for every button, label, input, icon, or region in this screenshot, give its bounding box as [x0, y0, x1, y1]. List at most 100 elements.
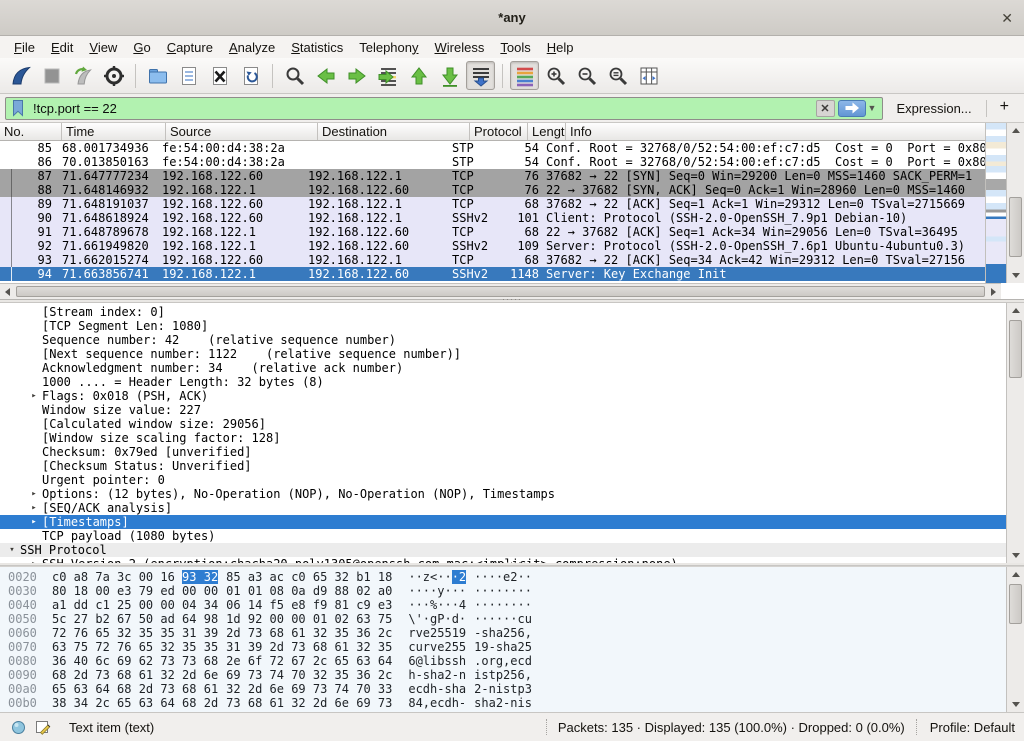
detail-tree-item[interactable]: 1000 .... = Header Length: 32 bytes (8) — [0, 375, 1006, 389]
packet-row[interactable]: 87 71.647777234 192.168.122.60 192.168.1… — [0, 169, 985, 183]
expand-arrow-icon[interactable] — [26, 305, 42, 319]
colorize-packets-button[interactable] — [510, 61, 539, 90]
display-filter-field[interactable]: ✕ ▼ — [5, 97, 883, 120]
save-file-button[interactable] — [174, 61, 203, 90]
scrollbar-thumb[interactable] — [16, 286, 985, 297]
menu-item[interactable]: Edit — [43, 38, 81, 57]
zoom-reset-button[interactable] — [603, 61, 632, 90]
hex-row[interactable]: 00b0 38 34 2c 65 63 64 68 2d 73 68 61 32… — [0, 696, 1006, 710]
detail-tree-item[interactable]: ▸ [Timestamps] — [0, 515, 1006, 529]
close-file-button[interactable] — [205, 61, 234, 90]
expand-arrow-icon[interactable] — [26, 529, 42, 543]
capture-comment-button[interactable] — [34, 718, 52, 736]
scrollbar-thumb[interactable] — [1009, 197, 1022, 258]
column-header-destination[interactable]: Destination — [318, 123, 470, 140]
hex-row[interactable]: 0040 a1 dd c1 25 00 00 04 34 06 14 f5 e8… — [0, 598, 1006, 612]
detail-tree-item[interactable]: Acknowledgment number: 34 (relative ack … — [0, 361, 1006, 375]
filter-history-dropdown[interactable]: ▼ — [866, 103, 879, 113]
details-vscrollbar[interactable] — [1006, 303, 1024, 563]
expand-arrow-icon[interactable] — [26, 403, 42, 417]
expand-arrow-icon[interactable] — [26, 375, 42, 389]
menu-item[interactable]: File — [6, 38, 43, 57]
column-header-info[interactable]: Info — [566, 123, 985, 140]
expand-arrow-icon[interactable]: ▸ — [26, 487, 42, 501]
expand-arrow-icon[interactable]: ▾ — [4, 543, 20, 557]
go-back-button[interactable] — [311, 61, 340, 90]
column-header-no[interactable]: No. — [0, 123, 62, 140]
packet-row[interactable]: 93 71.662015274 192.168.122.60 192.168.1… — [0, 253, 985, 267]
hex-row[interactable]: 0020 c0 a8 7a 3c 00 16 93 32 85 a3 ac c0… — [0, 570, 1006, 584]
menu-item[interactable]: Statistics — [283, 38, 351, 57]
detail-tree-item[interactable]: Checksum: 0x79ed [unverified] — [0, 445, 1006, 459]
restart-capture-button[interactable] — [68, 61, 97, 90]
detail-tree-item[interactable]: [Window size scaling factor: 128] — [0, 431, 1006, 445]
expand-arrow-icon[interactable] — [26, 333, 42, 347]
detail-tree-item[interactable]: TCP payload (1080 bytes) — [0, 529, 1006, 543]
scroll-up-icon[interactable] — [1012, 572, 1020, 577]
detail-tree-item[interactable]: [Next sequence number: 1122 (relative se… — [0, 347, 1006, 361]
hex-row[interactable]: 0080 36 40 6c 69 62 73 73 68 2e 6f 72 67… — [0, 654, 1006, 668]
column-header-length[interactable]: Length — [528, 123, 566, 140]
menu-item[interactable]: Telephony — [351, 38, 426, 57]
expand-arrow-icon[interactable]: ▸ — [26, 515, 42, 529]
packet-row[interactable]: 85 68.001734936 fe:54:00:d4:38:2a STP 54… — [0, 141, 985, 155]
packet-row[interactable]: 90 71.648618924 192.168.122.60 192.168.1… — [0, 211, 985, 225]
close-icon[interactable]: ✕ — [1001, 9, 1013, 27]
start-capture-button[interactable] — [6, 61, 35, 90]
add-filter-button[interactable]: + — [992, 98, 1019, 118]
expand-arrow-icon[interactable]: ▸ — [26, 501, 42, 515]
detail-tree-item[interactable]: [TCP Segment Len: 1080] — [0, 319, 1006, 333]
detail-tree-item[interactable]: ▸ [SEQ/ACK analysis] — [0, 501, 1006, 515]
expand-arrow-icon[interactable] — [26, 459, 42, 473]
menu-item[interactable]: Tools — [492, 38, 538, 57]
hex-row[interactable]: 00a0 65 63 64 68 2d 73 68 61 32 2d 6e 69… — [0, 682, 1006, 696]
scroll-down-icon[interactable] — [1012, 273, 1020, 278]
zoom-in-button[interactable] — [541, 61, 570, 90]
expert-info-button[interactable] — [9, 718, 27, 736]
expand-arrow-icon[interactable]: ▸ — [26, 389, 42, 403]
expand-arrow-icon[interactable] — [26, 473, 42, 487]
expand-arrow-icon[interactable] — [26, 347, 42, 361]
packet-row[interactable]: 92 71.661949820 192.168.122.1 192.168.12… — [0, 239, 985, 253]
scrollbar-thumb[interactable] — [1009, 320, 1022, 378]
scroll-left-icon[interactable] — [5, 288, 10, 296]
packet-row[interactable]: 91 71.648789678 192.168.122.1 192.168.12… — [0, 225, 985, 239]
packet-list-vscrollbar[interactable] — [1006, 123, 1024, 283]
detail-tree-item[interactable]: ▸ Options: (12 bytes), No-Operation (NOP… — [0, 487, 1006, 501]
zoom-out-button[interactable] — [572, 61, 601, 90]
capture-options-button[interactable] — [99, 61, 128, 90]
menu-item[interactable]: Capture — [159, 38, 221, 57]
find-packet-button[interactable] — [280, 61, 309, 90]
bytes-vscrollbar[interactable] — [1006, 567, 1024, 712]
detail-tree-item[interactable]: ▸ Flags: 0x018 (PSH, ACK) — [0, 389, 1006, 403]
scrollbar-thumb[interactable] — [1009, 584, 1022, 624]
profile-selector[interactable]: Profile: Default — [924, 720, 1015, 735]
scroll-up-icon[interactable] — [1012, 308, 1020, 313]
scroll-up-icon[interactable] — [1012, 128, 1020, 133]
go-forward-button[interactable] — [342, 61, 371, 90]
expression-button[interactable]: Expression... — [888, 101, 981, 116]
packet-list-hscrollbar[interactable] — [0, 283, 1001, 299]
intelligent-scrollbar-minimap[interactable] — [985, 123, 1006, 283]
menu-item[interactable]: Help — [539, 38, 582, 57]
expand-arrow-icon[interactable] — [26, 319, 42, 333]
column-header-protocol[interactable]: Protocol — [470, 123, 528, 140]
packet-row[interactable]: 94 71.663856741 192.168.122.1 192.168.12… — [0, 267, 985, 281]
auto-scroll-button[interactable] — [466, 61, 495, 90]
filter-bookmark-button[interactable] — [6, 98, 30, 119]
hex-row[interactable]: 0050 5c 27 b2 67 50 ad 64 98 1d 92 00 00… — [0, 612, 1006, 626]
display-filter-input[interactable] — [30, 101, 816, 116]
detail-tree-item[interactable]: Sequence number: 42 (relative sequence n… — [0, 333, 1006, 347]
apply-filter-button[interactable] — [838, 100, 866, 117]
expand-arrow-icon[interactable] — [26, 417, 42, 431]
menu-item[interactable]: Analyze — [221, 38, 283, 57]
expand-arrow-icon[interactable] — [26, 361, 42, 375]
hex-row[interactable]: 0030 80 18 00 e3 79 ed 00 00 01 01 08 0a… — [0, 584, 1006, 598]
stop-capture-button[interactable] — [37, 61, 66, 90]
detail-tree-item[interactable]: ▾ SSH Protocol — [0, 543, 1006, 557]
go-to-packet-button[interactable] — [373, 61, 402, 90]
column-header-time[interactable]: Time — [62, 123, 166, 140]
hex-row[interactable]: 0070 63 75 72 76 65 32 35 35 31 39 2d 73… — [0, 640, 1006, 654]
scroll-down-icon[interactable] — [1012, 702, 1020, 707]
column-header-source[interactable]: Source — [166, 123, 318, 140]
